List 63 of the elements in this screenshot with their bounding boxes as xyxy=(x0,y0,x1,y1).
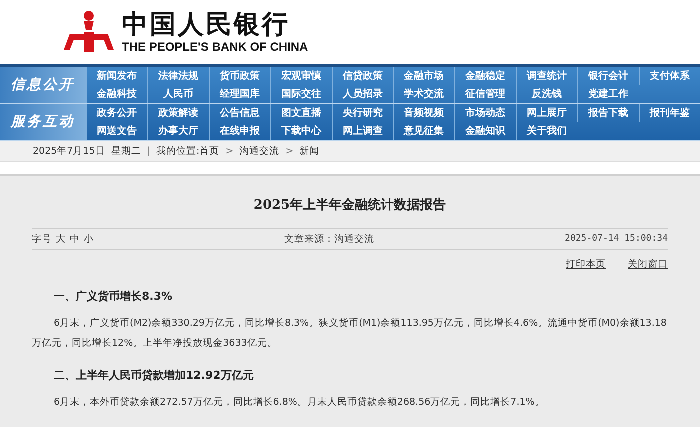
font-size-link[interactable]: 中 xyxy=(70,232,80,246)
nav-link[interactable]: 关于我们 xyxy=(516,122,578,140)
nav-link[interactable]: 政策解读 xyxy=(147,104,209,122)
nav-link[interactable]: 下载中心 xyxy=(270,122,332,140)
nav-link[interactable]: 公告信息 xyxy=(208,104,270,122)
nav-link[interactable]: 人员招录 xyxy=(332,85,393,103)
bank-emblem-logo xyxy=(64,10,114,54)
nav-link[interactable]: 网送文告 xyxy=(86,122,148,140)
nav-link[interactable]: 经理国库 xyxy=(208,85,270,103)
nav-link[interactable]: 反洗钱 xyxy=(516,85,578,103)
nav-link[interactable]: 音频视频 xyxy=(393,104,454,122)
nav-link[interactable]: 意见征集 xyxy=(393,122,454,140)
nav-category-label: 信息公开 xyxy=(0,67,86,103)
breadcrumb-link[interactable]: 沟通交流 xyxy=(240,144,280,158)
nav-link[interactable]: 调查统计 xyxy=(516,67,578,85)
nav-category-label: 服务互动 xyxy=(0,104,86,140)
paragraph: 6月末，本外币贷款余额272.57万亿元，同比增长6.8%。月末人民币贷款余额268.56万亿元，同比增长7.1%。 xyxy=(53,396,546,410)
article-source: 文章来源：沟通交流 xyxy=(284,232,375,246)
nav-link[interactable]: 金融稳定 xyxy=(454,67,516,85)
nav-link[interactable]: 报告下载 xyxy=(577,104,639,122)
action-link[interactable]: 打印本页 xyxy=(566,258,606,271)
bank-name: 中国人民银行 xyxy=(122,10,291,40)
breadcrumb-separator: > xyxy=(226,146,234,156)
nav-link[interactable]: 网上展厅 xyxy=(516,104,578,122)
nav-link[interactable]: 支付体系 xyxy=(638,67,700,85)
nav-link[interactable]: 市场动态 xyxy=(454,104,516,122)
breadcrumb-link[interactable]: 新闻 xyxy=(300,144,320,158)
breadcrumb-link[interactable]: 我的位置:首页 xyxy=(156,144,220,158)
divider: | xyxy=(147,146,151,156)
nav-link[interactable]: 法律法规 xyxy=(147,67,209,85)
nav-link[interactable]: 网上调查 xyxy=(332,122,393,140)
font-size-link[interactable]: 大 xyxy=(56,232,66,246)
nav-link[interactable]: 党建工作 xyxy=(577,85,639,103)
nav-link[interactable]: 金融知识 xyxy=(454,122,516,140)
weekday: 星期二 xyxy=(111,144,142,158)
nav-link[interactable]: 信贷政策 xyxy=(332,67,393,85)
nav-link[interactable]: 人民币 xyxy=(147,85,209,103)
section-heading: 一、广义货币增长8.3% xyxy=(54,289,174,304)
nav-link[interactable]: 征信管理 xyxy=(454,85,516,103)
action-link[interactable]: 关闭窗口 xyxy=(628,258,668,271)
nav-link[interactable]: 银行会计 xyxy=(577,67,639,85)
nav-link[interactable]: 国际交往 xyxy=(270,85,332,103)
current-date: 2025年7月15日 xyxy=(33,144,106,158)
nav-link[interactable]: 办事大厅 xyxy=(147,122,209,140)
paragraph: 6月末，广义货币(M2)余额330.29万亿元，同比增长8.3%。狭义货币(M1)余额113.95万亿元，同比增长4.6%。流通中货币(M0)余额13.18万亿元，同比增长12%。上半年净投放现金3633亿元。 xyxy=(32,317,668,351)
article-title: 2025年上半年金融统计数据报告 xyxy=(252,196,448,214)
nav-link[interactable]: 政务公开 xyxy=(86,104,148,122)
font-size-link[interactable]: 小 xyxy=(84,232,94,246)
section-heading: 二、上半年人民币贷款增加12.92万亿元 xyxy=(54,368,255,383)
nav-link[interactable]: 金融市场 xyxy=(393,67,454,85)
nav-link[interactable]: 报刊年鉴 xyxy=(638,104,700,122)
nav-link[interactable]: 新闻发布 xyxy=(86,67,148,85)
nav-link[interactable]: 学术交流 xyxy=(393,85,454,103)
nav-link[interactable]: 央行研究 xyxy=(332,104,393,122)
breadcrumb-separator: > xyxy=(286,146,294,156)
nav-link[interactable]: 宏观审慎 xyxy=(270,67,332,85)
nav-link[interactable]: 金融科技 xyxy=(86,85,148,103)
nav-link[interactable]: 在线申报 xyxy=(208,122,270,140)
nav-link[interactable]: 图文直播 xyxy=(270,104,332,122)
nav-link[interactable]: 货币政策 xyxy=(208,67,270,85)
font-size-label: 字号 xyxy=(32,232,52,246)
publish-time: 2025-07-14 15:00:34 xyxy=(565,234,668,244)
bank-name-english: THE PEOPLE'S BANK OF CHINA xyxy=(122,40,308,54)
